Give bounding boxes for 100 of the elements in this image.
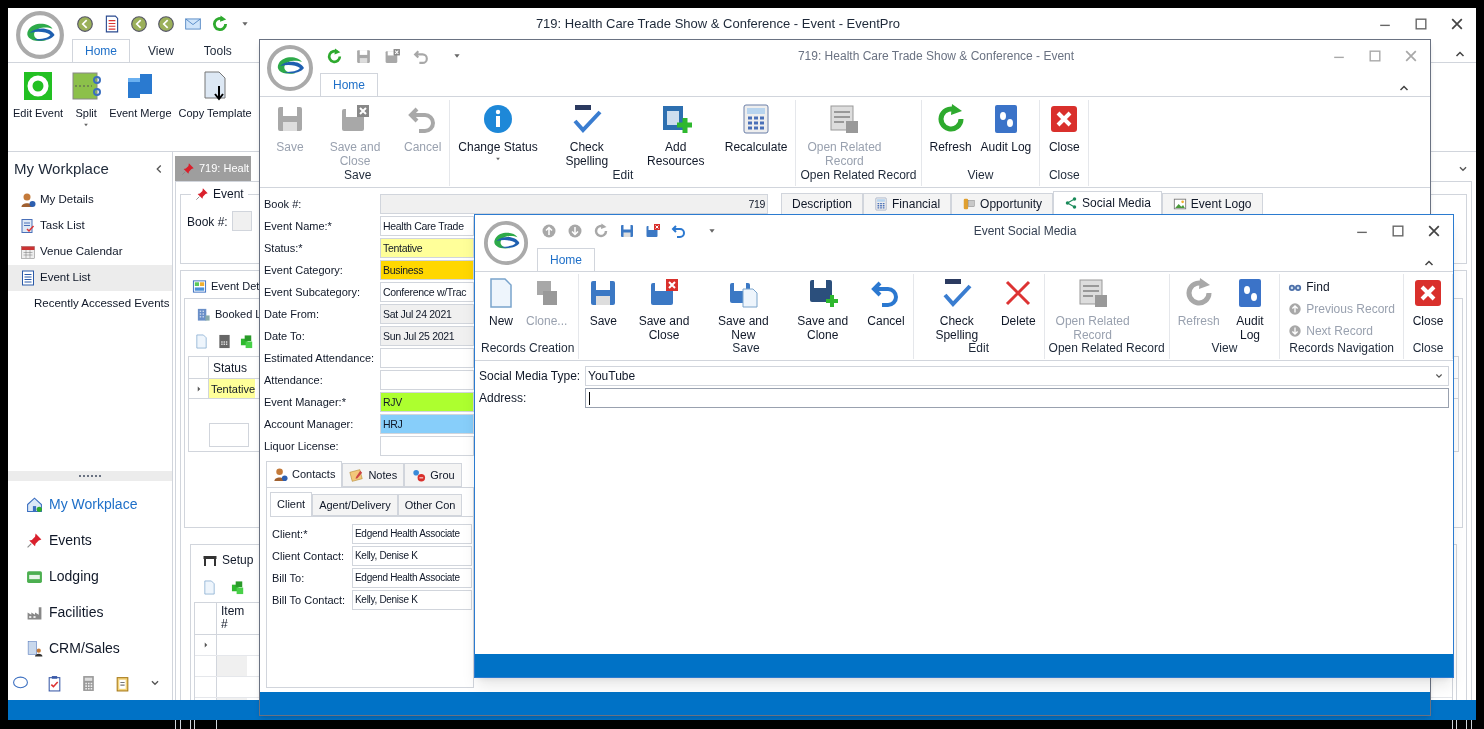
back-icon[interactable] <box>76 15 94 33</box>
undo-arrow-icon[interactable] <box>671 222 687 239</box>
clipboard-icon[interactable] <box>114 674 131 692</box>
input-field[interactable]: Conference w/Trac <box>380 282 474 302</box>
down-arrow-circle-icon[interactable] <box>567 222 583 239</box>
cubes-icon[interactable] <box>231 579 246 595</box>
navigation-item[interactable]: CRM/Sales <box>8 630 172 666</box>
ribbon-button[interactable]: Split <box>68 67 105 130</box>
undo-arrow-icon[interactable] <box>413 47 430 65</box>
tab[interactable]: Other Con <box>397 494 463 516</box>
column-header: Status <box>212 360 248 377</box>
ribbon-button[interactable]: Delete <box>996 274 1040 328</box>
ribbon-button[interactable]: Copy Template <box>176 67 254 120</box>
input-field[interactable]: HRJ <box>380 414 474 434</box>
floppy-disk-x-icon[interactable] <box>384 47 401 65</box>
ribbon-button[interactable]: Close <box>1044 100 1085 154</box>
ribbon-button[interactable]: New <box>481 274 521 328</box>
ribbon-button[interactable]: Find <box>1288 276 1395 298</box>
cubes-icon[interactable] <box>240 333 255 349</box>
ribbon-tab[interactable]: Home <box>72 39 130 62</box>
navigation-item[interactable]: Events <box>8 522 172 558</box>
filter-field[interactable] <box>209 423 249 447</box>
close-icon <box>1412 277 1444 309</box>
sidebar-item[interactable]: Recently Accessed Events <box>8 291 172 317</box>
tab[interactable]: Grou <box>404 463 462 487</box>
up-arrow-circle-icon[interactable] <box>541 222 557 239</box>
ribbon-button[interactable]: Refresh <box>925 100 976 154</box>
book-number-field[interactable] <box>231 211 252 231</box>
refresh-icon[interactable] <box>593 222 609 239</box>
input-field[interactable]: Edgend Health Associate <box>352 524 472 544</box>
ribbon-group-label: Open Related Record <box>800 167 917 184</box>
input-field[interactable] <box>380 436 474 456</box>
dropdown-field[interactable]: YouTube <box>585 366 1449 386</box>
navigation-item[interactable]: Lodging <box>8 558 172 594</box>
clipboard-check-icon[interactable] <box>46 674 63 692</box>
back-icon[interactable] <box>130 15 148 33</box>
sidebar-item[interactable]: Venue Calendar <box>8 239 172 265</box>
input-field[interactable]: Kelly, Denise K <box>352 546 472 566</box>
ribbon-button[interactable]: Save and Clone <box>783 274 863 342</box>
field-label: Event Subcategory: <box>264 284 361 300</box>
refresh-icon[interactable] <box>211 15 229 33</box>
tab[interactable]: Notes <box>342 463 405 487</box>
ribbon-tab[interactable]: Home <box>537 248 595 271</box>
sidebar-item[interactable]: My Details <box>8 187 172 213</box>
input-field[interactable]: Health Care Trade <box>380 216 474 236</box>
sidebar-item[interactable]: Event List <box>8 265 172 291</box>
calculator-icon[interactable] <box>217 333 232 349</box>
tab[interactable]: Client <box>270 492 313 516</box>
field-label: Status:* <box>264 240 304 256</box>
ribbon-button[interactable]: Save and New <box>704 274 783 342</box>
up-arrow-circle-icon <box>1288 302 1303 316</box>
ribbon-button[interactable]: Change Status <box>454 100 542 164</box>
field-label: Event Name:* <box>264 218 333 234</box>
input-field[interactable]: Tentative <box>380 238 474 258</box>
sidebar-item[interactable]: Task List <box>8 213 172 239</box>
floppy-disk-x-icon[interactable] <box>645 222 661 239</box>
back-icon[interactable] <box>157 15 175 33</box>
text-cursor <box>589 391 590 405</box>
tab[interactable]: Social Media <box>1053 191 1162 215</box>
tab[interactable]: Opportunity <box>951 193 1054 215</box>
tab[interactable]: Event Logo <box>1161 193 1263 215</box>
input-field[interactable] <box>380 370 474 390</box>
tab-label[interactable]: Setup <box>222 551 254 569</box>
ribbon-tab[interactable]: Tools <box>191 39 244 62</box>
field-label: Event Manager:* <box>264 394 347 410</box>
envelope-icon[interactable] <box>184 15 202 33</box>
ribbon-button[interactable]: Edit Event <box>11 67 66 120</box>
navigation-item[interactable]: My Workplace <box>8 486 172 522</box>
tab[interactable]: Agent/Delivery <box>312 494 398 516</box>
ribbon-button[interactable]: Close <box>1408 274 1448 328</box>
input-field[interactable]: RJV <box>380 392 474 412</box>
input-field[interactable]: Business <box>380 260 474 280</box>
input-field[interactable]: Edgend Health Associate <box>352 568 472 588</box>
ribbon-button[interactable]: Audit Log <box>976 100 1036 154</box>
ribbon-group-label: View <box>1210 340 1239 357</box>
input-field[interactable]: Kelly, Denise K <box>352 590 472 610</box>
ribbon-button[interactable]: Recalculate <box>720 100 792 154</box>
tab[interactable]: Description <box>781 193 864 215</box>
ribbon-button[interactable]: Save and Close <box>624 274 704 342</box>
ribbon-button[interactable]: Add Resources <box>631 100 720 168</box>
pushpin-icon <box>26 531 43 549</box>
refresh-icon[interactable] <box>326 47 343 65</box>
ribbon-button[interactable]: Cancel <box>863 274 909 328</box>
document-icon[interactable] <box>103 15 121 33</box>
tab[interactable]: Financial <box>863 193 952 215</box>
ribbon-tab[interactable]: View <box>136 39 186 62</box>
navigation-item[interactable]: Facilities <box>8 594 172 630</box>
tab-label[interactable]: Event Det <box>211 277 260 295</box>
ribbon-button[interactable]: Audit Log <box>1224 274 1276 342</box>
ribbon-button[interactable]: Save <box>583 274 624 328</box>
field-label: Date To: <box>264 328 306 344</box>
calculator-icon[interactable] <box>80 674 97 692</box>
ribbon-button[interactable]: Check Spelling <box>542 100 631 168</box>
ribbon-button[interactable]: Check Spelling <box>917 274 996 342</box>
input-field[interactable] <box>380 348 474 368</box>
tab[interactable]: Contacts <box>266 461 343 487</box>
ribbon-button[interactable]: Event Merge <box>107 67 174 120</box>
ribbon-tab[interactable]: Home <box>320 73 378 96</box>
field-label: Book #: <box>187 214 228 231</box>
input-field[interactable] <box>585 388 1449 408</box>
